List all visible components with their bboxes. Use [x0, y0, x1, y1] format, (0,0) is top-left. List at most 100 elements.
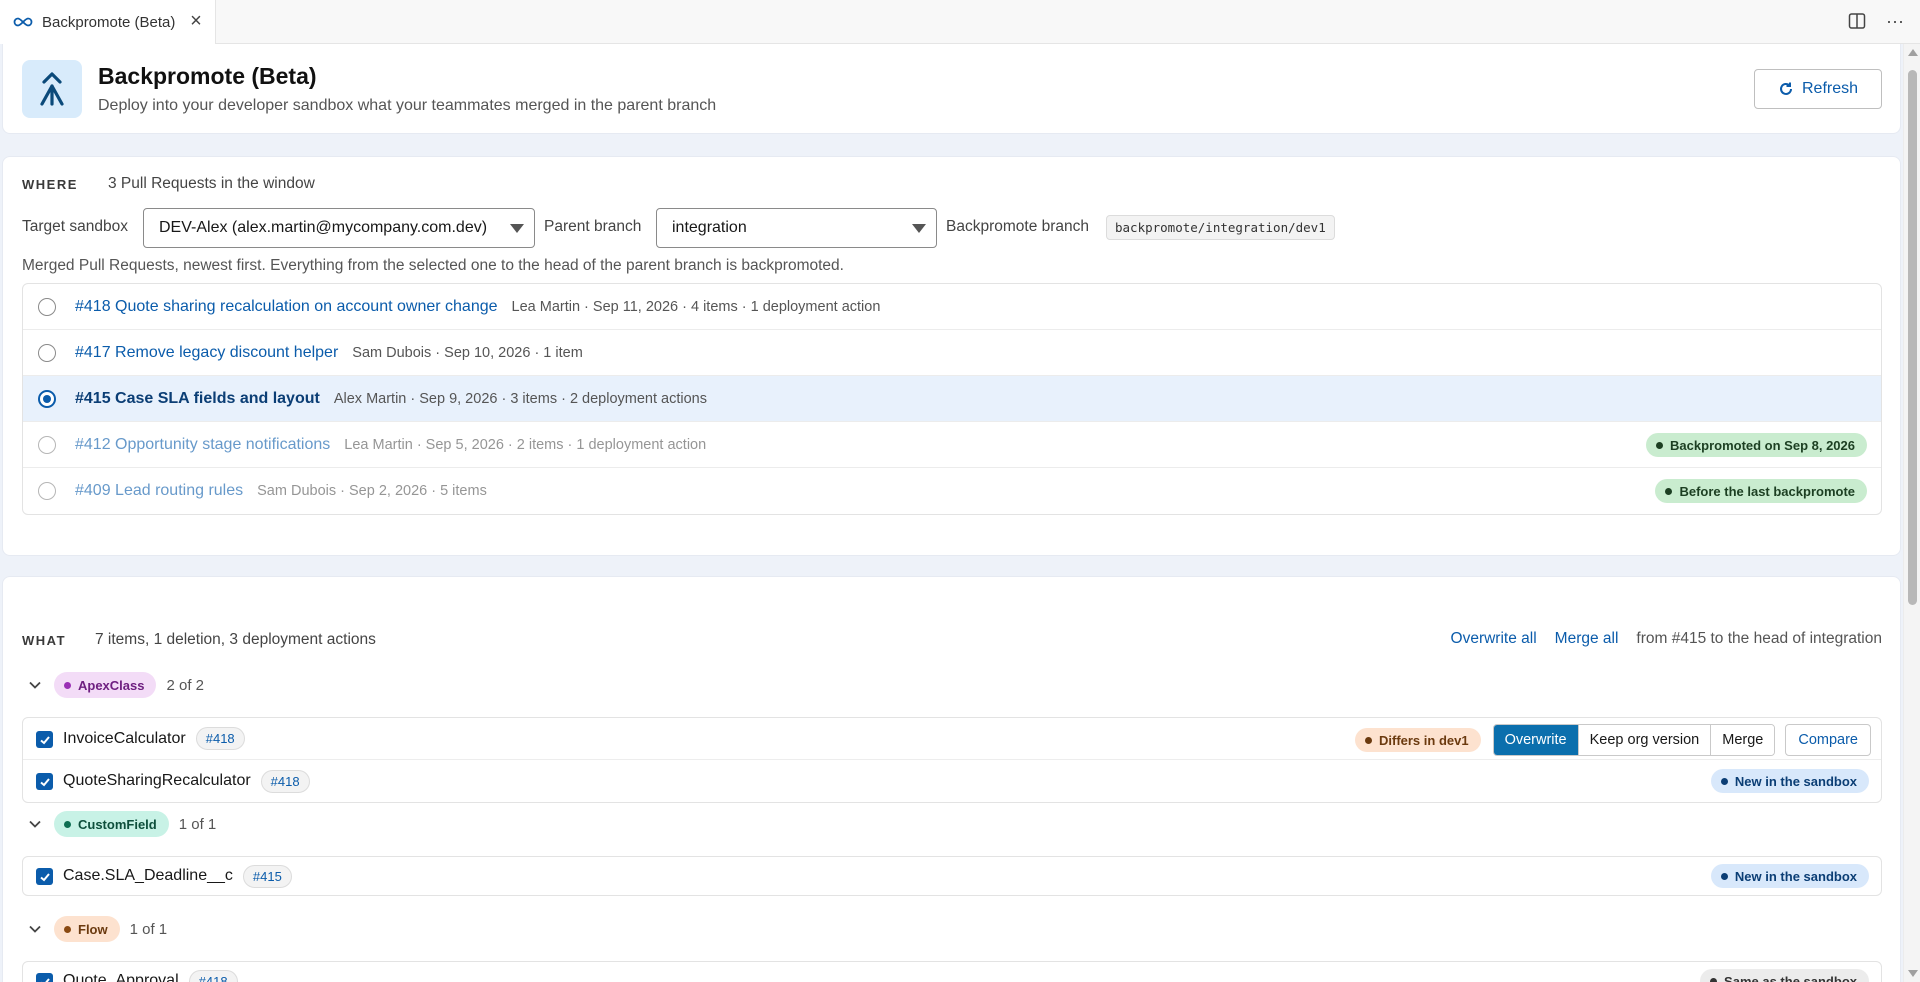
pr-list: #418 Quote sharing recalculation on acco…	[22, 283, 1882, 515]
pr-meta: Alex Martin · Sep 9, 2026 · 3 items · 2 …	[333, 390, 707, 407]
item-checkbox[interactable]	[36, 773, 53, 790]
scrollbar-thumb[interactable]	[1908, 70, 1917, 605]
item-name: QuoteSharingRecalculator	[63, 772, 251, 789]
type-badge: CustomField	[54, 811, 169, 837]
backpromote-branch-label: Backpromote branch	[946, 218, 1090, 235]
where-section: WHERE 3 Pull Requests in the window Targ…	[2, 156, 1901, 556]
group-items-apexclass: InvoiceCalculator #418 Differs in dev1 O…	[22, 717, 1882, 803]
item-row: Quote_Approval #418 Same as the sandbox	[23, 962, 1881, 982]
check-icon	[39, 872, 50, 881]
merge-button[interactable]: Merge	[1711, 725, 1775, 755]
chevron-down-icon	[912, 224, 926, 233]
resolution-segmented-control: Overwrite Keep org version Merge	[1492, 724, 1776, 756]
status-label: New in the sandbox	[1734, 868, 1857, 884]
pr-row[interactable]: #412 Opportunity stage notifications Lea…	[23, 422, 1881, 468]
parent-branch-value: integration	[672, 219, 747, 236]
scroll-down-icon[interactable]	[1908, 970, 1918, 977]
pr-radio[interactable]	[38, 344, 56, 362]
badge-label: Before the last backpromote	[1679, 483, 1855, 499]
type-label: ApexClass	[78, 677, 145, 693]
item-checkbox[interactable]	[36, 731, 53, 748]
status-badge: New in the sandbox	[1710, 864, 1869, 888]
overwrite-button[interactable]: Overwrite	[1493, 725, 1579, 755]
item-pr-tag[interactable]: #418	[195, 727, 245, 750]
status-label: Same as the sandbox	[1724, 973, 1857, 982]
header-card: Backpromote (Beta) Deploy into your deve…	[2, 44, 1901, 134]
pr-radio[interactable]	[38, 298, 56, 316]
vertical-scrollbar[interactable]	[1903, 44, 1920, 982]
status-dot-icon	[1656, 441, 1664, 449]
pr-meta: Lea Martin · Sep 5, 2026 · 2 items · 1 d…	[344, 436, 707, 453]
group-count: 1 of 1	[178, 815, 217, 833]
item-checkbox[interactable]	[36, 868, 53, 885]
item-pr-tag[interactable]: #415	[242, 864, 292, 888]
status-badge: Differs in dev1	[1354, 728, 1481, 752]
chevron-down-icon[interactable]	[28, 922, 42, 936]
what-label: WHAT	[22, 633, 67, 648]
type-badge: Flow	[54, 916, 120, 942]
close-icon[interactable]: ×	[187, 11, 205, 31]
keep-org-version-button[interactable]: Keep org version	[1578, 725, 1712, 755]
where-label: WHERE	[22, 177, 78, 192]
group-header-apexclass[interactable]: ApexClass 2 of 2	[22, 670, 204, 700]
pr-radio[interactable]	[38, 482, 56, 500]
target-sandbox-select[interactable]: DEV-Alex (alex.martin@mycompany.com.dev)	[143, 208, 535, 248]
item-name: Quote_Approval	[63, 972, 179, 982]
tab-label: Backpromote (Beta)	[42, 13, 176, 31]
chevron-down-icon[interactable]	[28, 817, 42, 831]
pr-title[interactable]: #415 Case SLA fields and layout	[75, 390, 320, 408]
item-name: InvoiceCalculator	[63, 729, 186, 747]
overwrite-all-link[interactable]: Overwrite all	[1451, 630, 1537, 648]
pr-row[interactable]: #418 Quote sharing recalculation on acco…	[23, 284, 1881, 330]
pr-meta: Sam Dubois · Sep 10, 2026 · 1 item	[352, 344, 583, 361]
type-label: CustomField	[78, 816, 157, 832]
check-icon	[39, 777, 50, 786]
group-items-customfield: Case.SLA_Deadline__c #415 New in the san…	[22, 856, 1882, 896]
refresh-icon	[1780, 82, 1792, 95]
backpromote-logo-icon	[22, 60, 82, 118]
page-subtitle: Deploy into your developer sandbox what …	[98, 97, 717, 114]
parent-branch-select[interactable]: integration	[656, 208, 937, 248]
what-section: WHAT 7 items, 1 deletion, 3 deployment a…	[2, 576, 1901, 982]
status-dot-icon	[1720, 872, 1728, 880]
merge-all-link[interactable]: Merge all	[1555, 630, 1619, 648]
tab-backpromote[interactable]: Backpromote (Beta) ×	[0, 0, 216, 44]
status-dot-icon	[64, 820, 71, 828]
pr-title[interactable]: #418 Quote sharing recalculation on acco…	[75, 298, 498, 316]
scroll-up-icon[interactable]	[1908, 49, 1918, 56]
status-badge: New in the sandbox	[1710, 769, 1869, 793]
pr-title[interactable]: #417 Remove legacy discount helper	[75, 344, 338, 362]
more-actions-icon[interactable]: ···	[1884, 10, 1906, 32]
item-pr-tag[interactable]: #418	[188, 969, 238, 982]
group-items-flow: Quote_Approval #418 Same as the sandbox	[22, 961, 1882, 982]
page-title: Backpromote (Beta)	[98, 63, 317, 89]
pr-radio[interactable]	[38, 436, 56, 454]
parent-branch-label: Parent branch	[544, 218, 642, 235]
item-row: QuoteSharingRecalculator #418 New in the…	[23, 760, 1881, 802]
what-summary: 7 items, 1 deletion, 3 deployment action…	[95, 631, 376, 648]
pr-row[interactable]: #409 Lead routing rules Sam Dubois · Sep…	[23, 468, 1881, 514]
pr-row[interactable]: #417 Remove legacy discount helper Sam D…	[23, 330, 1881, 376]
pr-row-selected[interactable]: #415 Case SLA fields and layout Alex Mar…	[23, 376, 1881, 422]
pr-radio-selected[interactable]	[38, 390, 56, 408]
compare-button[interactable]: Compare	[1785, 724, 1871, 756]
chevron-down-icon[interactable]	[28, 678, 42, 692]
refresh-label: Refresh	[1801, 80, 1859, 97]
status-dot-icon	[1710, 977, 1718, 982]
target-sandbox-value: DEV-Alex (alex.martin@mycompany.com.dev)	[159, 219, 488, 236]
item-pr-tag[interactable]: #418	[260, 769, 310, 793]
refresh-button[interactable]: Refresh	[1754, 69, 1882, 109]
group-header-customfield[interactable]: CustomField 1 of 1	[22, 809, 216, 839]
pr-meta: Lea Martin · Sep 11, 2026 · 4 items · 1 …	[511, 298, 881, 315]
status-dot-icon	[64, 681, 71, 689]
status-label: Differs in dev1	[1378, 732, 1469, 748]
split-editor-icon[interactable]	[1846, 10, 1868, 32]
bulk-actions: Overwrite all Merge all from #415 to the…	[1451, 630, 1882, 648]
group-header-flow[interactable]: Flow 1 of 1	[22, 914, 167, 944]
where-summary: 3 Pull Requests in the window	[108, 175, 315, 192]
item-checkbox[interactable]	[36, 973, 53, 982]
pr-title[interactable]: #412 Opportunity stage notifications	[75, 436, 330, 454]
pr-title[interactable]: #409 Lead routing rules	[75, 482, 243, 500]
pr-meta: Sam Dubois · Sep 2, 2026 · 5 items	[257, 483, 487, 499]
editor-tab-bar: Backpromote (Beta) × ···	[0, 0, 1920, 44]
